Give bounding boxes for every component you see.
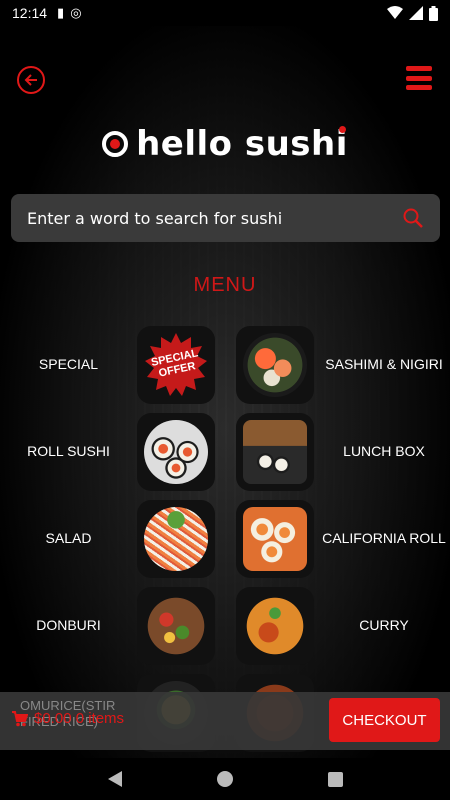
status-bar: 12:14 ▮ ◎: [0, 0, 450, 26]
menu-item-california-roll[interactable]: CALIFORNIA ROLL: [236, 500, 450, 580]
nav-recents-icon[interactable]: [327, 771, 343, 787]
roll-sushi-image: [144, 420, 208, 484]
cart-total: $0.00 0 items: [34, 710, 125, 727]
search-input[interactable]: [27, 208, 402, 228]
search-bar[interactable]: [11, 194, 440, 242]
logo-mark-icon: [102, 131, 129, 157]
system-nav-bar: [0, 758, 450, 800]
california-roll-image: [243, 507, 307, 571]
menu-item-sashimi-nigiri[interactable]: SASHIMI & NIGIRI: [236, 326, 450, 406]
menu-item-label: CURRY: [359, 617, 409, 634]
cellular-icon: [409, 6, 423, 20]
logo-text: hello sushi: [136, 124, 348, 164]
menu-item-roll-sushi[interactable]: ROLL SUSHI: [0, 413, 215, 493]
menu-item-thumbnail: [236, 500, 314, 578]
logo-dot: [338, 126, 346, 133]
menu-item-thumbnail: [137, 587, 215, 665]
back-button[interactable]: [17, 66, 45, 94]
wifi-icon: [387, 6, 403, 19]
menu-item-label: SALAD: [45, 530, 92, 547]
main-screen: hello sushi MENU SPECIAL SPECIAL OFFER: [0, 26, 450, 758]
salad-image: [144, 507, 208, 571]
menu-item-special[interactable]: SPECIAL SPECIAL OFFER: [0, 326, 215, 406]
menu-item-thumbnail: [137, 413, 215, 491]
cart-icon: [12, 710, 28, 726]
menu-item-thumbnail: SPECIAL OFFER: [137, 326, 215, 404]
special-offer-badge: SPECIAL OFFER: [144, 333, 208, 397]
menu-item-salad[interactable]: SALAD: [0, 500, 215, 580]
cart-summary[interactable]: $0.00 0 items: [12, 710, 124, 727]
status-time: 12:14: [12, 5, 48, 21]
sd-card-icon: ▮: [57, 5, 65, 20]
checkout-button[interactable]: CHECKOUT: [329, 698, 440, 742]
menu-item-label: SPECIAL: [38, 356, 99, 373]
menu-title: MENU: [193, 274, 257, 296]
lunch-box-image: [243, 420, 307, 484]
donburi-image: [144, 594, 208, 658]
menu-item-thumbnail: [236, 326, 314, 404]
cart-bar: OMURICE(STIR FIRED RICE) $0.00 0 items C…: [0, 692, 450, 750]
arrow-left-icon: [24, 74, 37, 86]
menu-item-label: DONBURI: [36, 617, 101, 634]
nav-home-icon[interactable]: [216, 771, 233, 787]
menu-item-label: ROLL SUSHI: [27, 443, 110, 460]
menu-item-curry[interactable]: CURRY: [236, 587, 450, 667]
menu-item-label: CALIFORNIA ROLL: [322, 530, 446, 547]
menu-item-thumbnail: [236, 587, 314, 665]
hamburger-menu-icon[interactable]: [406, 66, 432, 90]
menu-item-label: LUNCH BOX: [343, 443, 425, 460]
battery-icon: [429, 5, 438, 21]
search-icon[interactable]: [402, 207, 424, 229]
curry-image: [243, 594, 307, 658]
menu-item-thumbnail: [236, 413, 314, 491]
menu-item-thumbnail: [137, 500, 215, 578]
menu-item-label: SASHIMI & NIGIRI: [325, 356, 443, 373]
menu-item-lunch-box[interactable]: LUNCH BOX: [236, 413, 450, 493]
app-logo: hello sushi: [0, 124, 450, 164]
data-saver-icon: ◎: [70, 5, 82, 20]
menu-item-donburi[interactable]: DONBURI: [0, 587, 215, 667]
nav-back-icon[interactable]: [107, 771, 122, 787]
sashimi-image: [243, 333, 307, 397]
